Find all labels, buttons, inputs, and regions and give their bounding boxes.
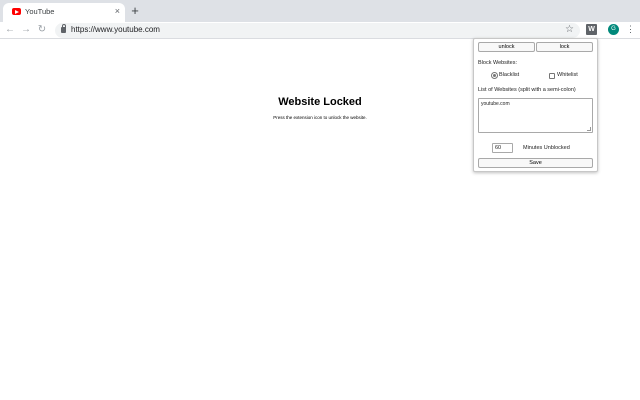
extension-popup: unlock lock Block Websites: Blacklist Wh… — [473, 38, 598, 172]
save-button[interactable]: Save — [478, 158, 593, 168]
lock-button[interactable]: lock — [536, 42, 593, 52]
websites-textarea[interactable]: youtube.com — [478, 98, 593, 133]
lock-icon[interactable] — [61, 24, 66, 33]
websites-text: youtube.com — [481, 101, 510, 107]
minutes-label: Minutes Unblocked — [523, 145, 570, 151]
tab-title: YouTube — [25, 7, 55, 16]
whitelist-label: Whitelist — [557, 72, 578, 78]
website-list-label: List of Websites (split with a semi-colo… — [478, 87, 576, 93]
back-icon[interactable]: ← — [4, 24, 16, 36]
avatar[interactable]: G — [608, 24, 619, 35]
whitelist-checkbox[interactable] — [549, 73, 555, 79]
close-icon[interactable]: × — [115, 6, 120, 16]
forward-icon[interactable]: → — [20, 24, 32, 36]
blacklist-label: Blacklist — [499, 72, 520, 78]
youtube-icon — [12, 8, 21, 15]
minutes-input[interactable]: 60 — [492, 143, 513, 153]
url-text[interactable]: https://www.youtube.com — [71, 25, 160, 34]
reload-icon[interactable]: ↻ — [36, 24, 48, 36]
resize-handle[interactable] — [587, 127, 591, 131]
browser-toolbar: ← → ↻ https://www.youtube.com ☆ — [0, 22, 640, 39]
star-icon[interactable]: ☆ — [565, 23, 574, 37]
blacklist-radio[interactable] — [491, 72, 498, 79]
tab-strip: YouTube × + — [0, 0, 640, 22]
menu-icon[interactable]: ⋮ — [626, 24, 635, 35]
address-bar[interactable]: https://www.youtube.com ☆ — [55, 23, 580, 38]
new-tab-button[interactable]: + — [129, 4, 141, 17]
tab-youtube[interactable]: YouTube × — [3, 3, 125, 22]
extension-icon[interactable]: W — [586, 24, 597, 35]
unlock-button[interactable]: unlock — [478, 42, 535, 52]
block-websites-label: Block Websites: — [478, 60, 518, 66]
